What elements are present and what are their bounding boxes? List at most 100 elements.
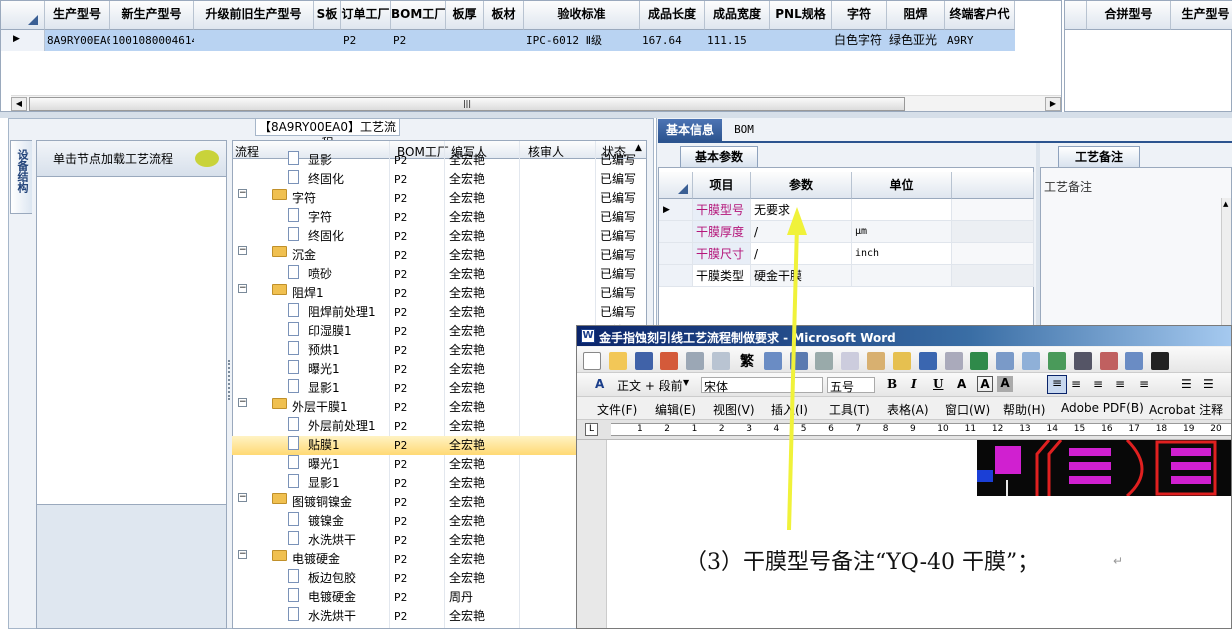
menu-item[interactable]: 视图(V) [713,401,755,418]
top-header-10[interactable]: 成品宽度 [705,1,770,30]
flow-row[interactable]: 字符 P2 全宏艳 已编写 [232,208,636,227]
param-extra[interactable] [952,221,1034,243]
top-cell-9[interactable]: 167.64 [640,30,705,51]
load-flow-hint[interactable]: 单击节点加载工艺流程 [53,150,173,167]
word-body-text[interactable]: （3）干膜型号备注“YQ-40 干膜”； [685,544,1039,576]
top-cell-1[interactable]: 10010800046146 [110,30,194,51]
param-item[interactable]: 干膜型号 [693,199,751,221]
grid-corner[interactable] [1,1,45,30]
flow-row[interactable]: 终固化 P2 全宏艳 已编写 [232,227,636,246]
align-center-button[interactable]: ≡ [1071,377,1081,391]
flow-row[interactable]: 终固化 P2 全宏艳 已编写 [232,170,636,189]
top-header-4[interactable]: 订单工厂 [341,1,391,30]
menu-item[interactable]: 文件(F) [597,401,637,418]
top-cell-14[interactable]: A9RY [945,30,1015,51]
style-dropdown-icon[interactable]: ▼ [683,378,689,387]
top-cell-12[interactable]: 白色字符 [832,30,887,51]
flow-row[interactable]: 贴膜1P2全宏艳已编写 [232,436,636,455]
params-header-param[interactable]: 参数 [751,172,852,199]
top-cell-7[interactable] [484,30,524,51]
traditional-chinese-button[interactable]: 繁 [740,354,754,370]
top-cell-2[interactable] [194,30,314,51]
collapse-toggle-icon[interactable]: − [238,493,247,502]
hyperlink-icon[interactable] [970,352,989,370]
flow-row[interactable]: 印湿膜1P2全宏艳已编写 [232,322,636,341]
open-folder-icon[interactable] [608,352,627,370]
flow-row[interactable]: 镀镍金P2全宏艳已编写 [232,512,636,531]
flow-row[interactable]: 电镀硬金P2周丹已编写 [232,588,636,607]
top-header-9[interactable]: 成品长度 [640,1,705,30]
top-header-0[interactable]: 生产型号 [45,1,110,30]
size-select[interactable]: 五号 [827,377,875,394]
word-ruler[interactable]: L 1212345678910111213141516171819202122 [577,420,1231,440]
top-cell-13[interactable]: 绿色亚光 [887,30,945,51]
param-extra[interactable] [952,265,1034,287]
row-indicator[interactable]: ▶ [1,30,45,51]
scroll-left-button[interactable]: ◀ [11,97,27,111]
flow-row[interactable]: − 沉金 P2 全宏艳 已编写 [232,246,636,265]
top-cell-11[interactable] [770,30,832,51]
param-row-indicator[interactable] [659,265,693,287]
columns-icon[interactable] [1073,352,1092,370]
underline-button[interactable]: U [933,377,943,391]
top-header-5[interactable]: BOM工厂 [391,1,446,30]
collapse-toggle-icon[interactable]: − [238,284,247,293]
char-border-button[interactable]: A [977,376,993,392]
flow-row[interactable]: 曝光1P2全宏艳已编写 [232,360,636,379]
line-spacing-button[interactable]: ≡ [1139,377,1149,391]
flow-row[interactable]: 水洗烘干P2全宏艳已编写 [232,607,636,626]
document-map-icon[interactable] [1125,352,1144,370]
param-row-indicator[interactable] [659,243,693,265]
menu-item[interactable]: 表格(A) [887,401,929,418]
top-header-1[interactable]: 新生产型号 [110,1,194,30]
permission-icon[interactable] [660,352,679,370]
flow-row[interactable]: −图镀铜镍金P2全宏艳已编写 [232,493,636,512]
scroll-right-button[interactable]: ▶ [1045,97,1061,111]
top-cell-3[interactable] [314,30,341,51]
header-production-model[interactable]: 生产型号 [1171,1,1232,30]
param-item[interactable]: 干膜尺寸 [693,243,751,265]
redo-icon[interactable] [944,352,963,370]
flow-row[interactable]: 喷砂 P2 全宏艳 已编写 [232,265,636,284]
undo-icon[interactable] [918,352,937,370]
menu-item[interactable]: Adobe PDF(B) [1061,401,1144,415]
italic-button[interactable]: I [911,377,917,391]
font-color-button[interactable]: A [957,377,966,391]
top-cell-8[interactable]: IPC-6012 Ⅱ级 [524,30,640,51]
param-row-indicator[interactable] [659,221,693,243]
new-document-icon[interactable] [583,352,601,370]
flow-row[interactable]: 预烘1P2全宏艳已编写 [232,341,636,360]
param-item[interactable]: 干膜厚度 [693,221,751,243]
insert-excel-icon[interactable] [1047,352,1066,370]
top-header-7[interactable]: 板材 [484,1,524,30]
tab-process-remark[interactable]: 工艺备注 [1058,146,1140,167]
justify-button[interactable]: ≡ [1115,377,1125,391]
top-grid-hscrollbar[interactable]: ◀ ||| ▶ [11,95,1061,111]
param-unit[interactable] [852,265,952,287]
top-cell-10[interactable]: 111.15 [705,30,770,51]
side-tab-equipment[interactable]: 设备结构 [10,140,32,214]
bullets-button[interactable]: ☰ [1203,377,1214,391]
top-header-3[interactable]: S板 [314,1,341,30]
bold-button[interactable]: B [887,377,897,391]
flow-row[interactable]: 水洗烘干P2全宏艳已编写 [232,531,636,550]
insert-table-icon[interactable] [1022,352,1041,370]
top-cell-0[interactable]: 8A9RY00EA0 [45,30,110,51]
params-header-item[interactable]: 项目 [693,172,751,199]
param-item[interactable]: 干膜类型 [693,265,751,287]
flow-row[interactable]: 外层前处理1P2全宏艳已编写 [232,417,636,436]
menu-item[interactable]: 帮助(H) [1003,401,1045,418]
flow-row[interactable]: − 字符 P2 全宏艳 已编写 [232,189,636,208]
flow-row[interactable]: 阻焊前处理1 P2 全宏艳 已编写 [232,303,636,322]
param-unit[interactable] [852,199,952,221]
char-shading-button[interactable]: A [997,376,1013,392]
format-painter-icon[interactable] [892,352,911,370]
flow-row[interactable]: −电镀硬金P2全宏艳已编写 [232,550,636,569]
collapse-toggle-icon[interactable]: − [238,550,247,559]
top-header-8[interactable]: 验收标准 [524,1,640,30]
show-formatting-icon[interactable] [1151,352,1170,370]
flow-row[interactable]: 曝光1P2全宏艳已编写 [232,455,636,474]
paste-icon[interactable] [867,352,886,370]
top-header-12[interactable]: 字符 [832,1,887,30]
numbering-button[interactable]: ☰ [1181,377,1192,391]
